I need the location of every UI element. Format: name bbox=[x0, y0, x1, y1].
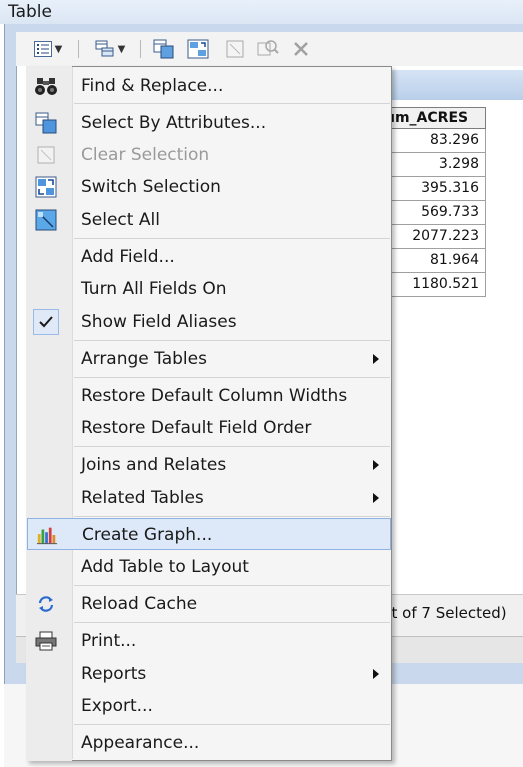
menu-separator bbox=[74, 103, 390, 104]
menu-item-show-field-aliases[interactable]: Show Field Aliases bbox=[27, 306, 391, 338]
menu-item-find-replace[interactable]: Find & Replace... bbox=[27, 70, 391, 102]
menu-item-label: Restore Default Column Widths bbox=[81, 386, 348, 406]
bar-chart-icon bbox=[36, 524, 58, 546]
table-options-icon bbox=[33, 41, 52, 57]
table-cell[interactable]: 1180.521 bbox=[380, 273, 486, 297]
table-cell[interactable]: 81.964 bbox=[380, 249, 486, 273]
switch-selection-icon bbox=[35, 176, 57, 198]
menu-item-related-tables[interactable]: Related Tables bbox=[27, 482, 391, 514]
switch-selection-icon bbox=[187, 39, 209, 59]
menu-item-reload-cache[interactable]: Reload Cache bbox=[27, 588, 391, 620]
delete-selected-icon bbox=[294, 42, 308, 56]
menu-item-restore-column-widths[interactable]: Restore Default Column Widths bbox=[27, 380, 391, 412]
menu-item-label: Select By Attributes... bbox=[81, 113, 267, 133]
menu-separator bbox=[74, 516, 390, 517]
window-title-bar[interactable] bbox=[0, 0, 523, 24]
menu-item-label: Reports bbox=[81, 664, 147, 684]
checkmark-icon bbox=[33, 309, 59, 335]
menu-item-label: Related Tables bbox=[81, 488, 204, 508]
menu-item-arrange-tables[interactable]: Arrange Tables bbox=[27, 343, 391, 375]
menu-item-label: Clear Selection bbox=[81, 145, 210, 165]
reload-icon bbox=[35, 593, 57, 615]
binoculars-icon bbox=[35, 75, 57, 97]
menu-separator bbox=[74, 377, 390, 378]
menu-item-select-all[interactable]: Select All bbox=[27, 204, 391, 236]
zoom-to-selected-button[interactable] bbox=[254, 36, 282, 62]
column-header[interactable]: um_ACRES bbox=[380, 107, 486, 129]
menu-item-label: Add Field... bbox=[81, 247, 175, 267]
menu-item-label: Create Graph... bbox=[82, 525, 213, 545]
table-tab-header bbox=[380, 70, 523, 100]
menu-item-label: Show Field Aliases bbox=[81, 312, 237, 332]
switch-selection-button[interactable] bbox=[184, 36, 212, 62]
submenu-arrow-icon bbox=[373, 493, 379, 503]
submenu-arrow-icon bbox=[373, 669, 379, 679]
menu-item-appearance[interactable]: Appearance... bbox=[27, 727, 391, 759]
menu-item-joins-and-relates[interactable]: Joins and Relates bbox=[27, 449, 391, 481]
menu-item-label: Restore Default Field Order bbox=[81, 418, 312, 438]
menu-item-select-by-attributes[interactable]: Select By Attributes... bbox=[27, 107, 391, 139]
table-cell[interactable]: 569.733 bbox=[380, 201, 486, 225]
select-by-attributes-icon bbox=[35, 112, 57, 134]
selection-count-text: ut of 7 Selected) bbox=[382, 604, 507, 622]
table-cell[interactable]: 395.316 bbox=[380, 177, 486, 201]
select-all-icon bbox=[35, 209, 57, 231]
table-toolbar: ▼ ▼ bbox=[16, 32, 523, 67]
clear-selection-icon bbox=[35, 144, 57, 166]
menu-separator bbox=[74, 585, 390, 586]
menu-item-label: Turn All Fields On bbox=[81, 279, 227, 299]
table-options-button[interactable]: ▼ bbox=[26, 36, 70, 62]
menu-separator bbox=[74, 622, 390, 623]
table-cell[interactable]: 3.298 bbox=[380, 153, 486, 177]
menu-item-label: Arrange Tables bbox=[81, 349, 207, 369]
menu-item-turn-all-fields-on[interactable]: Turn All Fields On bbox=[27, 273, 391, 305]
related-tables-button[interactable]: ▼ bbox=[88, 36, 132, 62]
menu-item-label: Find & Replace... bbox=[81, 76, 224, 96]
menu-item-print[interactable]: Print... bbox=[27, 625, 391, 657]
menu-item-label: Joins and Relates bbox=[81, 455, 227, 475]
menu-item-create-graph[interactable]: Create Graph... bbox=[27, 518, 391, 550]
table-cell[interactable]: 83.296 bbox=[380, 129, 486, 153]
menu-separator bbox=[74, 724, 390, 725]
menu-item-label: Export... bbox=[81, 696, 153, 716]
menu-item-label: Select All bbox=[81, 210, 160, 230]
menu-item-label: Add Table to Layout bbox=[81, 557, 249, 577]
menu-item-add-table-to-layout[interactable]: Add Table to Layout bbox=[27, 551, 391, 583]
menu-item-add-field[interactable]: Add Field... bbox=[27, 241, 391, 273]
delete-selected-button[interactable] bbox=[288, 36, 314, 62]
menu-item-restore-field-order[interactable]: Restore Default Field Order bbox=[27, 412, 391, 444]
menu-separator bbox=[74, 446, 390, 447]
submenu-arrow-icon bbox=[373, 354, 379, 364]
select-by-attributes-button[interactable] bbox=[150, 36, 178, 62]
window-title: Table bbox=[8, 2, 52, 22]
menu-item-label: Reload Cache bbox=[81, 594, 198, 614]
clear-selection-icon bbox=[226, 40, 244, 58]
menu-item-export[interactable]: Export... bbox=[27, 690, 391, 722]
menu-item-label: Switch Selection bbox=[81, 177, 221, 197]
menu-item-switch-selection[interactable]: Switch Selection bbox=[27, 171, 391, 203]
zoom-to-selected-icon bbox=[257, 40, 279, 56]
toolbar-separator bbox=[140, 40, 141, 58]
dropdown-arrow-icon: ▼ bbox=[117, 43, 126, 55]
select-by-attributes-icon bbox=[153, 39, 174, 59]
table-cell[interactable]: 2077.223 bbox=[380, 225, 486, 249]
related-tables-icon bbox=[95, 40, 114, 57]
menu-item-clear-selection[interactable]: Clear Selection bbox=[27, 139, 391, 171]
menu-separator bbox=[74, 238, 390, 239]
menu-separator bbox=[74, 340, 390, 341]
printer-icon bbox=[35, 630, 57, 652]
clear-selection-button[interactable] bbox=[222, 36, 248, 62]
menu-item-reports[interactable]: Reports bbox=[27, 658, 391, 690]
menu-item-label: Appearance... bbox=[81, 733, 200, 753]
dropdown-arrow-icon: ▼ bbox=[54, 43, 63, 55]
menu-item-label: Print... bbox=[81, 631, 137, 651]
toolbar-separator bbox=[78, 40, 79, 58]
submenu-arrow-icon bbox=[373, 460, 379, 470]
